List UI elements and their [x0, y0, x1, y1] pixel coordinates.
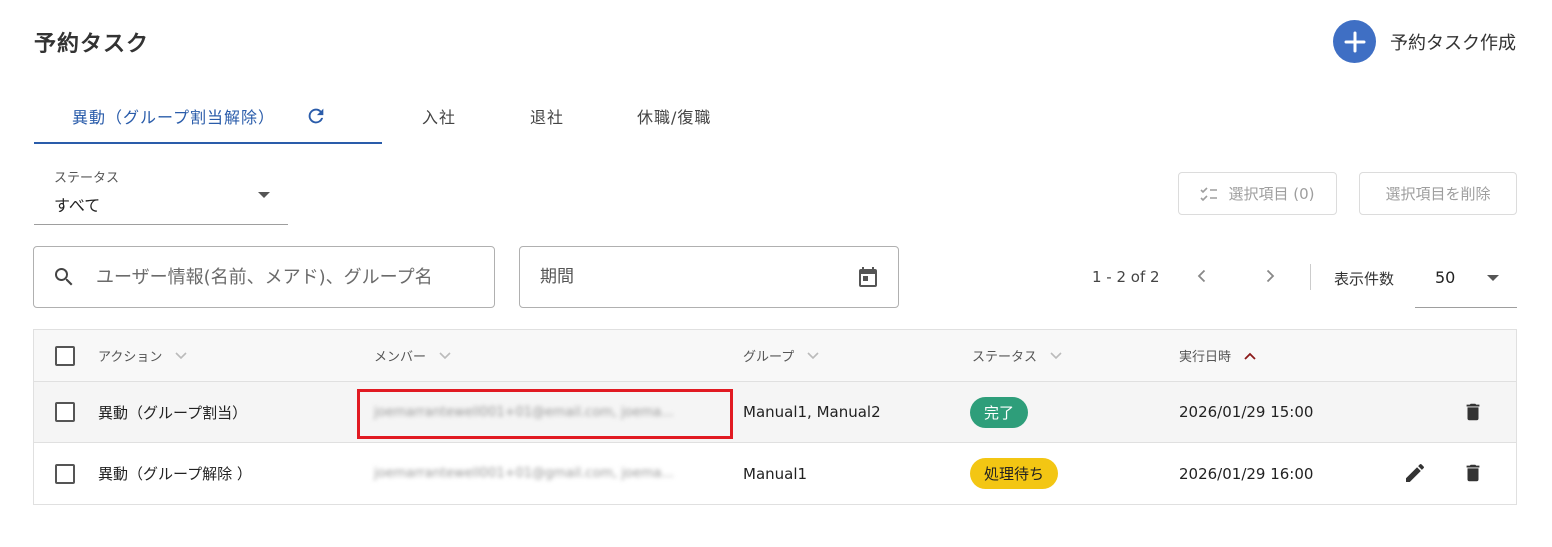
tab-joining[interactable]: 入社	[422, 88, 456, 144]
tab-transfer[interactable]: 異動（グループ割当解除）	[72, 88, 327, 144]
search-input[interactable]	[96, 266, 476, 288]
table-header: アクション メンバー グループ ステータス 実行日時	[34, 330, 1516, 382]
select-all-checkbox[interactable]	[55, 345, 75, 366]
active-tab-indicator	[34, 142, 382, 144]
table-row[interactable]: 異動（グループ割当） joemarrantewell001+01@email.c…	[34, 382, 1516, 443]
page-size-select[interactable]: 50	[1415, 258, 1517, 308]
column-header-action[interactable]: アクション	[98, 330, 188, 381]
chevron-down-icon[interactable]	[174, 351, 188, 361]
create-reserved-task-button[interactable]: 予約タスク作成	[1333, 20, 1516, 63]
table-row[interactable]: 異動（グループ解除 ） joemarrantewell001+01@gmail.…	[34, 443, 1516, 504]
calendar-icon[interactable]	[856, 265, 880, 289]
page-size-label: 表示件数	[1334, 270, 1395, 288]
chevron-down-icon[interactable]	[438, 351, 452, 361]
status-badge: 処理待ち	[970, 458, 1059, 489]
chevron-left-icon[interactable]	[1192, 266, 1212, 290]
search-field[interactable]	[33, 246, 495, 308]
row-datetime: 2026/01/29 15:00	[1179, 403, 1314, 421]
tab-leave-return[interactable]: 休職/復職	[637, 88, 711, 144]
column-group-label: グループ	[743, 350, 795, 365]
status-filter-select[interactable]: ステータス すべて	[34, 162, 288, 225]
trash-icon[interactable]	[1462, 461, 1484, 489]
search-icon	[52, 265, 76, 289]
tab-leaving[interactable]: 退社	[530, 88, 564, 144]
column-member-label: メンバー	[374, 350, 427, 365]
tab-leave-return-label: 休職/復職	[637, 108, 712, 127]
plus-icon	[1333, 20, 1376, 63]
row-action: 異動（グループ割当）	[98, 403, 248, 422]
checklist-icon	[1200, 186, 1218, 202]
page-size-value: 50	[1435, 268, 1456, 287]
column-header-datetime[interactable]: 実行日時	[1179, 330, 1257, 381]
highlight-box	[357, 389, 733, 439]
row-group: Manual1, Manual2	[743, 403, 881, 421]
selected-items-button[interactable]: 選択項目 (0)	[1178, 172, 1337, 215]
tab-leaving-label: 退社	[530, 108, 565, 127]
pagination: 1 - 2 of 2 表示件数 50	[1092, 258, 1517, 308]
delete-selected-button[interactable]: 選択項目を削除	[1359, 172, 1517, 215]
column-action-label: アクション	[98, 350, 163, 365]
chevron-down-icon[interactable]	[1049, 351, 1063, 361]
chevron-up-icon[interactable]	[1243, 351, 1257, 361]
column-status-label: ステータス	[972, 350, 1038, 365]
row-datetime: 2026/01/29 16:00	[1179, 464, 1314, 483]
row-checkbox[interactable]	[55, 402, 75, 422]
row-group: Manual1	[743, 464, 808, 483]
chevron-down-icon	[1487, 275, 1499, 281]
period-input[interactable]	[540, 267, 820, 287]
column-header-member[interactable]: メンバー	[374, 330, 452, 381]
delete-selected-label: 選択項目を削除	[1385, 185, 1491, 203]
tab-joining-label: 入社	[422, 108, 457, 127]
selected-items-label: 選択項目 (0)	[1228, 185, 1315, 203]
period-field[interactable]	[519, 246, 899, 308]
create-reserved-task-label: 予約タスク作成	[1390, 32, 1516, 54]
row-action: 異動（グループ解除 ）	[98, 465, 252, 483]
task-table: アクション メンバー グループ ステータス 実行日時 異動（グループ割当） jo…	[33, 329, 1517, 505]
pagination-divider	[1310, 264, 1311, 290]
column-header-group[interactable]: グループ	[743, 330, 820, 381]
status-badge: 完了	[970, 396, 1029, 428]
row-checkbox[interactable]	[55, 463, 75, 484]
status-filter-label: ステータス	[54, 171, 120, 186]
column-header-status[interactable]: ステータス	[972, 330, 1063, 381]
pagination-range: 1 - 2 of 2	[1092, 268, 1160, 286]
chevron-down-icon[interactable]	[806, 351, 820, 361]
column-datetime-label: 実行日時	[1179, 350, 1232, 365]
chevron-down-icon	[258, 192, 270, 198]
row-member: joemarrantewell001+01@gmail.com, joema..…	[374, 466, 674, 481]
refresh-icon[interactable]	[305, 105, 327, 127]
tab-bar: 異動（グループ割当解除） 入社 退社 休職/復職	[34, 88, 1517, 144]
edit-icon[interactable]	[1403, 461, 1427, 489]
trash-icon[interactable]	[1462, 400, 1484, 428]
status-filter-value: すべて	[54, 196, 101, 215]
page-title: 予約タスク	[34, 32, 150, 57]
tab-transfer-label: 異動（グループ割当解除）	[72, 108, 276, 127]
chevron-right-icon[interactable]	[1260, 266, 1280, 290]
